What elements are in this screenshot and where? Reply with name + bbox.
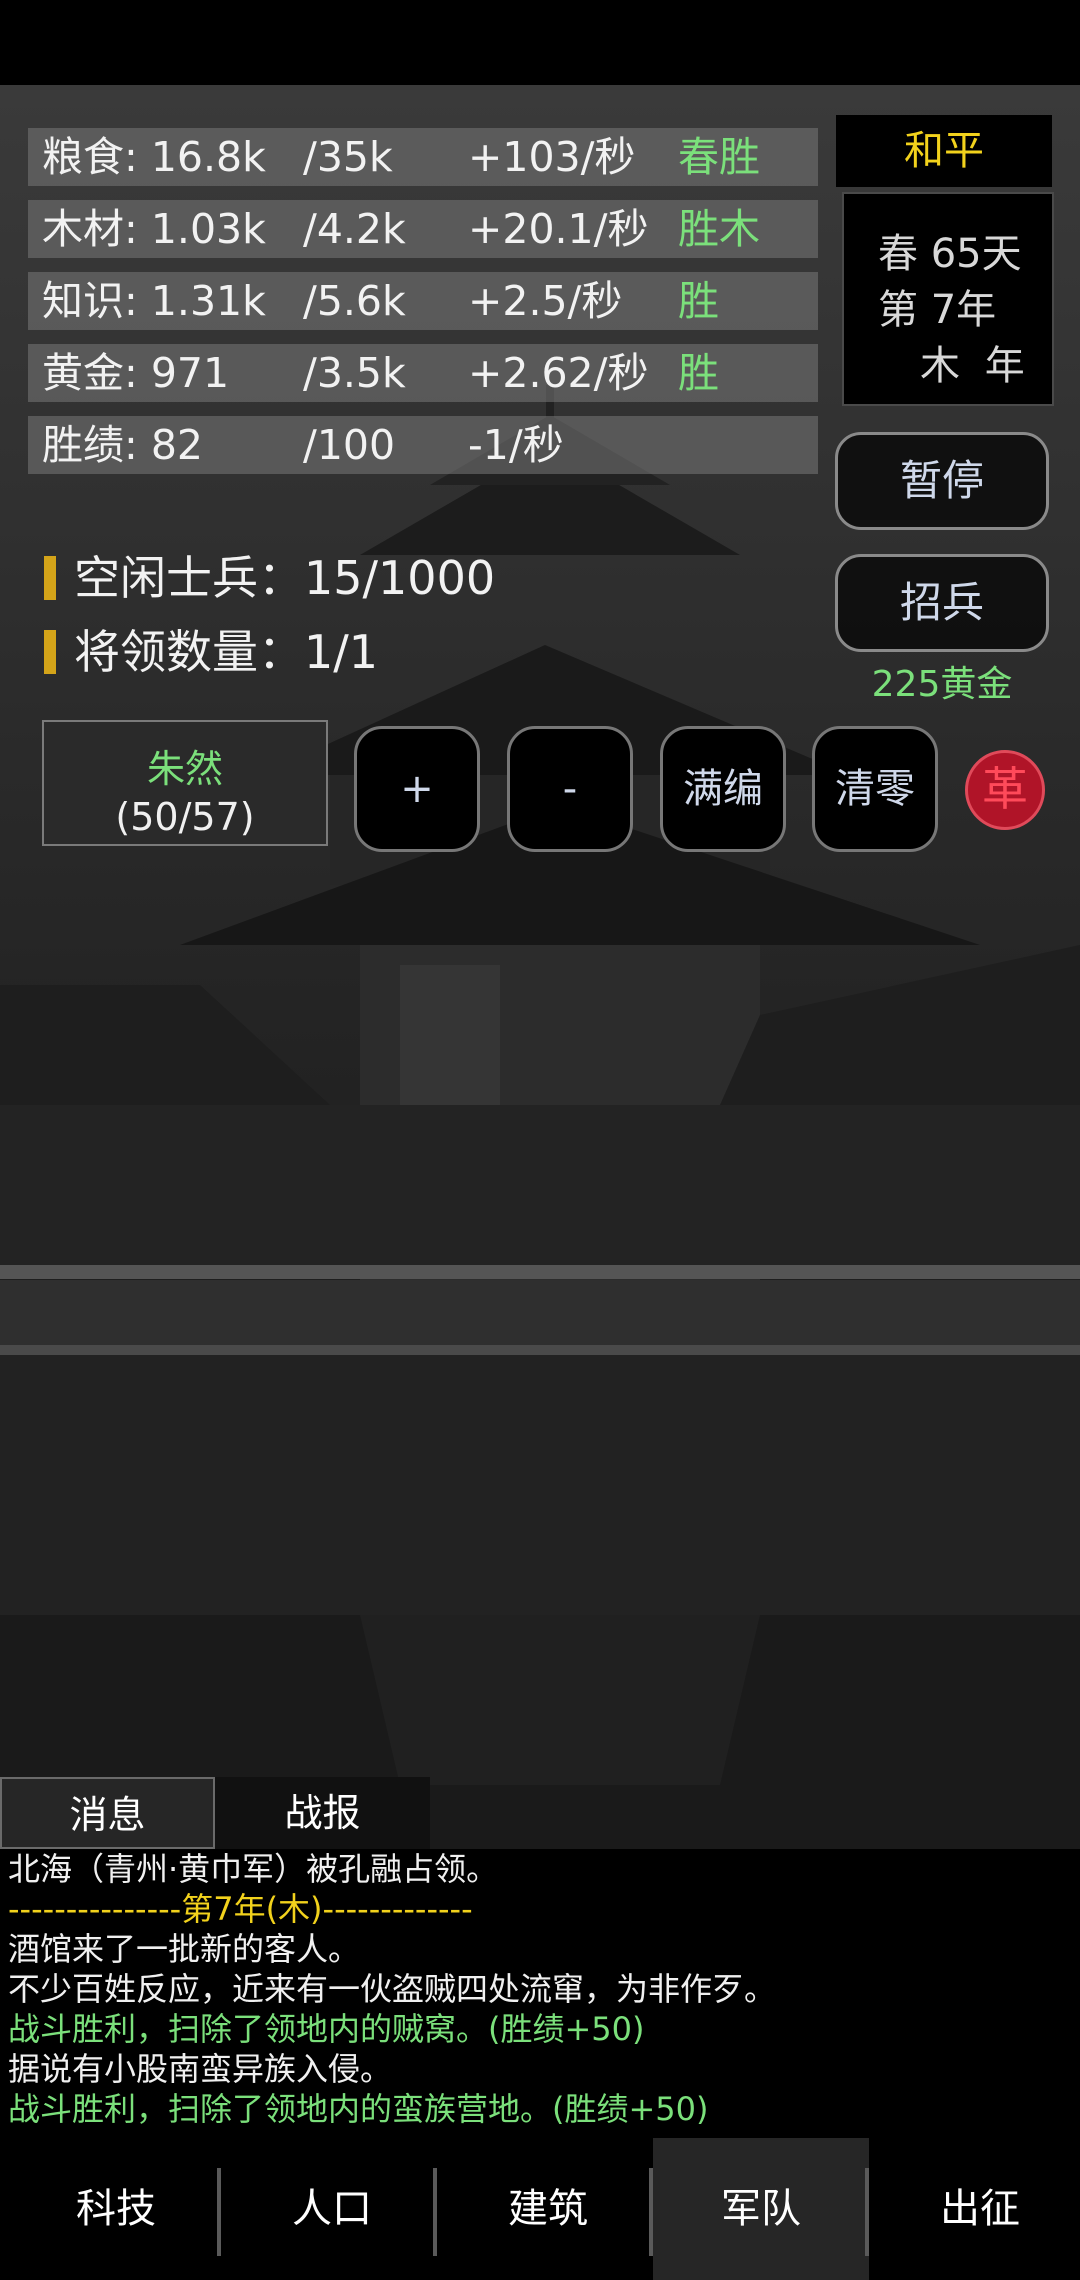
resource-name: 粮食: 16.8k (42, 133, 266, 181)
resource-name: 胜绩: 82 (42, 421, 204, 469)
bottom-nav: 科技 人口 建筑 军队 出征 (0, 2138, 1080, 2280)
nav-expedition[interactable]: 出征 (872, 2138, 1080, 2280)
log-line: 酒馆来了一批新的客人。 (8, 1930, 361, 1968)
resource-rate: -1/秒 (468, 421, 564, 469)
pause-button[interactable]: 暂停 (835, 432, 1049, 530)
tab-battle-report[interactable]: 战报 (215, 1777, 430, 1849)
general-count-text: 将领数量：1/1 (74, 625, 379, 679)
resource-tag: 春胜 (678, 133, 760, 181)
resource-rate: +103/秒 (468, 133, 636, 181)
year-number: 第 7年 (878, 287, 997, 333)
nav-divider (433, 2168, 437, 2256)
resource-row-gold: 黄金: 971 /3.5k +2.62/秒 胜 (28, 344, 818, 402)
nav-tech[interactable]: 科技 (8, 2138, 224, 2280)
general-troops: (50/57) (115, 795, 255, 839)
tab-messages[interactable]: 消息 (0, 1777, 215, 1849)
resource-row-knowledge: 知识: 1.31k /5.6k +2.5/秒 胜 (28, 272, 818, 330)
log-line: 战斗胜利，扫除了领地内的蛮族营地。(胜绩+50) (8, 2090, 709, 2128)
resource-rate: +2.62/秒 (468, 349, 649, 397)
nav-divider (865, 2168, 869, 2256)
resource-tag: 胜 (678, 277, 719, 325)
log-line: 北海（青州·黄巾军）被孔融占领。 (8, 1850, 499, 1888)
nav-army[interactable]: 军队 (653, 2138, 869, 2280)
status-bar (0, 0, 1080, 85)
remove-troops-button[interactable]: - (507, 726, 633, 852)
element-year: 木 年 (920, 343, 1031, 389)
resource-name: 木材: 1.03k (42, 205, 266, 253)
resource-max: /5.6k (303, 277, 406, 325)
idle-soldiers: 空闲士兵：15/1000 (44, 542, 495, 608)
log-line: ---------------第7年(木)------------- (8, 1890, 473, 1928)
general-selector[interactable]: 朱然 (50/57) (42, 720, 328, 846)
resource-name: 黄金: 971 (42, 349, 230, 397)
resource-row-food: 粮食: 16.8k /35k +103/秒 春胜 (28, 128, 818, 186)
resource-max: /3.5k (303, 349, 406, 397)
nav-divider (217, 2168, 221, 2256)
idle-soldiers-text: 空闲士兵：15/1000 (74, 551, 496, 605)
resource-row-wood: 木材: 1.03k /4.2k +20.1/秒 胜木 (28, 200, 818, 258)
calendar-box: 春 65天 第 7年 木 年 (842, 192, 1054, 406)
log-line: 战斗胜利，扫除了领地内的贼窝。(胜绩+50) (8, 2010, 645, 2048)
recruit-button[interactable]: 招兵 (835, 554, 1049, 652)
resource-max: /35k (303, 133, 393, 181)
log-tabs: 消息 战报 (0, 1777, 430, 1849)
resource-max: /4.2k (303, 205, 406, 253)
recruit-cost: 225黄金 (871, 664, 1013, 705)
log-line: 不少百姓反应，近来有一伙盗贼四处流窜，为非作歹。 (8, 1970, 777, 2008)
message-log: 北海（青州·黄巾军）被孔融占领。 ---------------第7年(木)--… (0, 1849, 1080, 2138)
nav-buildings[interactable]: 建筑 (440, 2138, 656, 2280)
nav-population[interactable]: 人口 (224, 2138, 440, 2280)
fill-troops-button[interactable]: 满编 (660, 726, 786, 852)
resource-tag: 胜木 (678, 205, 760, 253)
marker-icon (44, 556, 56, 600)
revolt-button[interactable]: 革 (965, 750, 1045, 830)
resource-tag: 胜 (678, 349, 719, 397)
general-name: 朱然 (146, 747, 223, 791)
resource-max: /100 (303, 421, 396, 469)
resource-rate: +20.1/秒 (468, 205, 649, 253)
season-day: 春 65天 (878, 231, 1022, 277)
resource-rate: +2.5/秒 (468, 277, 623, 325)
resource-name: 知识: 1.31k (42, 277, 266, 325)
log-line: 据说有小股南蛮异族入侵。 (8, 2050, 393, 2088)
add-troops-button[interactable]: + (354, 726, 480, 852)
clear-troops-button[interactable]: 清零 (812, 726, 938, 852)
resource-row-merit: 胜绩: 82 /100 -1/秒 (28, 416, 818, 474)
general-count: 将领数量：1/1 (44, 616, 378, 682)
peace-status: 和平 (836, 115, 1052, 187)
marker-icon (44, 630, 56, 674)
